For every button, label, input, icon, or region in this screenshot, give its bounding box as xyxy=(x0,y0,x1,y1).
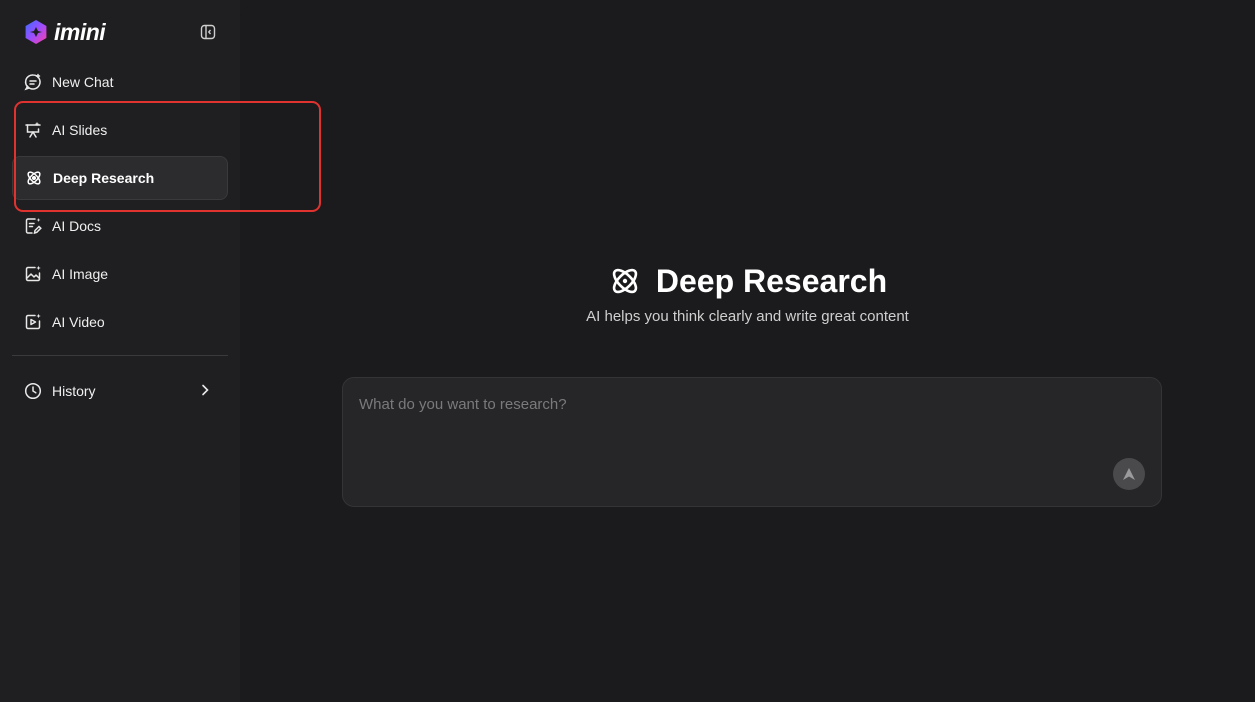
page-header: Deep Research xyxy=(240,261,1255,301)
main-panel: Deep Research AI helps you think clearly… xyxy=(240,6,1255,702)
sidebar-item-ai-slides[interactable]: AI Slides xyxy=(12,109,228,151)
image-icon xyxy=(24,265,42,283)
slides-icon xyxy=(24,121,42,139)
send-button[interactable] xyxy=(1113,458,1145,490)
sidebar-item-ai-docs[interactable]: AI Docs xyxy=(12,205,228,247)
sidebar-toggle-icon xyxy=(200,24,216,40)
research-input[interactable] xyxy=(359,396,1139,456)
sidebar-item-label: AI Slides xyxy=(52,122,108,138)
atom-icon xyxy=(25,169,43,187)
send-icon xyxy=(1123,468,1135,480)
brand-name: imini xyxy=(54,18,106,45)
sidebar-divider xyxy=(12,355,228,356)
sidebar-item-label: AI Image xyxy=(52,266,109,282)
video-icon xyxy=(24,313,42,331)
brand-logo[interactable]: imini xyxy=(22,18,222,46)
app-window: imini New Chat AI Slides Deep Research A… xyxy=(0,0,1255,702)
sidebar-item-new-chat[interactable]: New Chat xyxy=(12,61,228,103)
new-chat-icon xyxy=(24,73,42,91)
sidebar-item-deep-research[interactable]: Deep Research xyxy=(12,156,228,200)
sidebar: imini New Chat AI Slides Deep Research A… xyxy=(0,0,240,702)
logo-icon xyxy=(25,20,47,44)
sidebar-item-label: AI Video xyxy=(52,314,105,330)
chevron-right-icon xyxy=(202,384,209,396)
sidebar-item-label: History xyxy=(52,383,96,399)
clock-icon xyxy=(24,382,42,400)
page-title: Deep Research xyxy=(655,262,888,299)
sidebar-item-label: AI Docs xyxy=(52,218,102,234)
sidebar-item-history[interactable]: History xyxy=(12,370,228,412)
docs-icon xyxy=(24,217,42,235)
sidebar-item-label: New Chat xyxy=(52,74,114,90)
collapse-sidebar-button[interactable] xyxy=(198,22,218,42)
sidebar-item-ai-video[interactable]: AI Video xyxy=(12,301,228,343)
atom-icon xyxy=(612,268,638,294)
sidebar-item-label: Deep Research xyxy=(53,170,155,186)
page-subtitle: AI helps you think clearly and write gre… xyxy=(586,308,909,325)
sidebar-item-ai-image[interactable]: AI Image xyxy=(12,253,228,295)
research-input-box xyxy=(342,377,1162,507)
